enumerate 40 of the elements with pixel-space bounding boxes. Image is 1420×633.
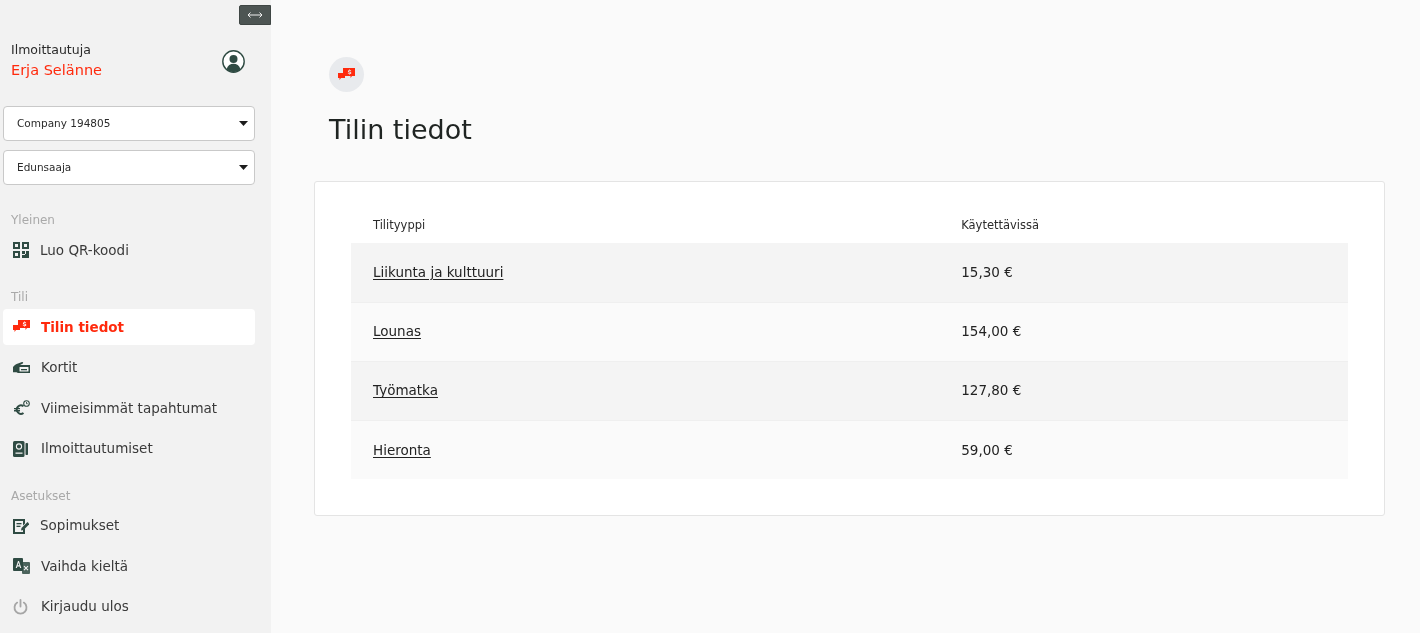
user-name: Erja Selänne [11,61,102,80]
caret-icon [239,121,248,126]
nav-link[interactable]: Luo QR-koodi [3,232,255,268]
sidebar-toggle-button[interactable] [239,5,271,25]
nav-section-title: Yleinen [10,212,56,229]
nav-link[interactable]: Sopimukset [3,507,255,544]
nav-section-title: Asetukset [10,487,72,505]
power-icon [13,598,28,615]
account-type-link[interactable]: Lounas [373,323,421,340]
notebook-icon [13,440,28,457]
caret-icon [239,165,248,170]
nav-link[interactable]: Ilmoittautumiset [3,430,255,467]
nav-link[interactable]: Viimeisimmät tapahtumat [3,390,255,426]
nav-link[interactable]: Vaihda kieltä [3,548,255,584]
available-amount: 15,30 € [961,264,1013,281]
dropdown-select[interactable]: Company 194805 [3,106,255,141]
speech-bubbles-dollar-icon [329,57,364,92]
user-avatar-icon[interactable] [222,49,245,73]
qr-code-icon [13,242,29,258]
account-type-link[interactable]: Liikunta ja kulttuuri [373,264,504,281]
column-header: Tilityyppi [373,217,426,232]
hand-card-icon [13,360,30,375]
nav-section-title: Tili [10,289,29,306]
double-arrow-icon [247,12,263,18]
account-type-link[interactable]: Hieronta [373,441,431,458]
nav-link[interactable]: Kortit [3,349,255,386]
translate-icon [13,558,30,574]
column-header: Käytettävissä [961,217,1040,232]
dropdown-select[interactable]: Edunsaaja [3,150,255,185]
page-title: Tilin tiedot [329,113,473,147]
account-type-link[interactable]: Työmatka [373,382,438,399]
speech-bubbles-dollar-icon [13,320,30,334]
document-pen-icon [13,517,29,534]
nav-link[interactable]: Kirjaudu ulos [3,588,255,625]
nav-link[interactable]: Tilin tiedot [3,309,255,345]
euro-clock-icon [13,400,30,416]
available-amount: 154,00 € [961,323,1022,340]
available-amount: 127,80 € [961,382,1022,399]
user-role-label: Ilmoittautuja [11,41,92,59]
available-amount: 59,00 € [961,441,1013,458]
